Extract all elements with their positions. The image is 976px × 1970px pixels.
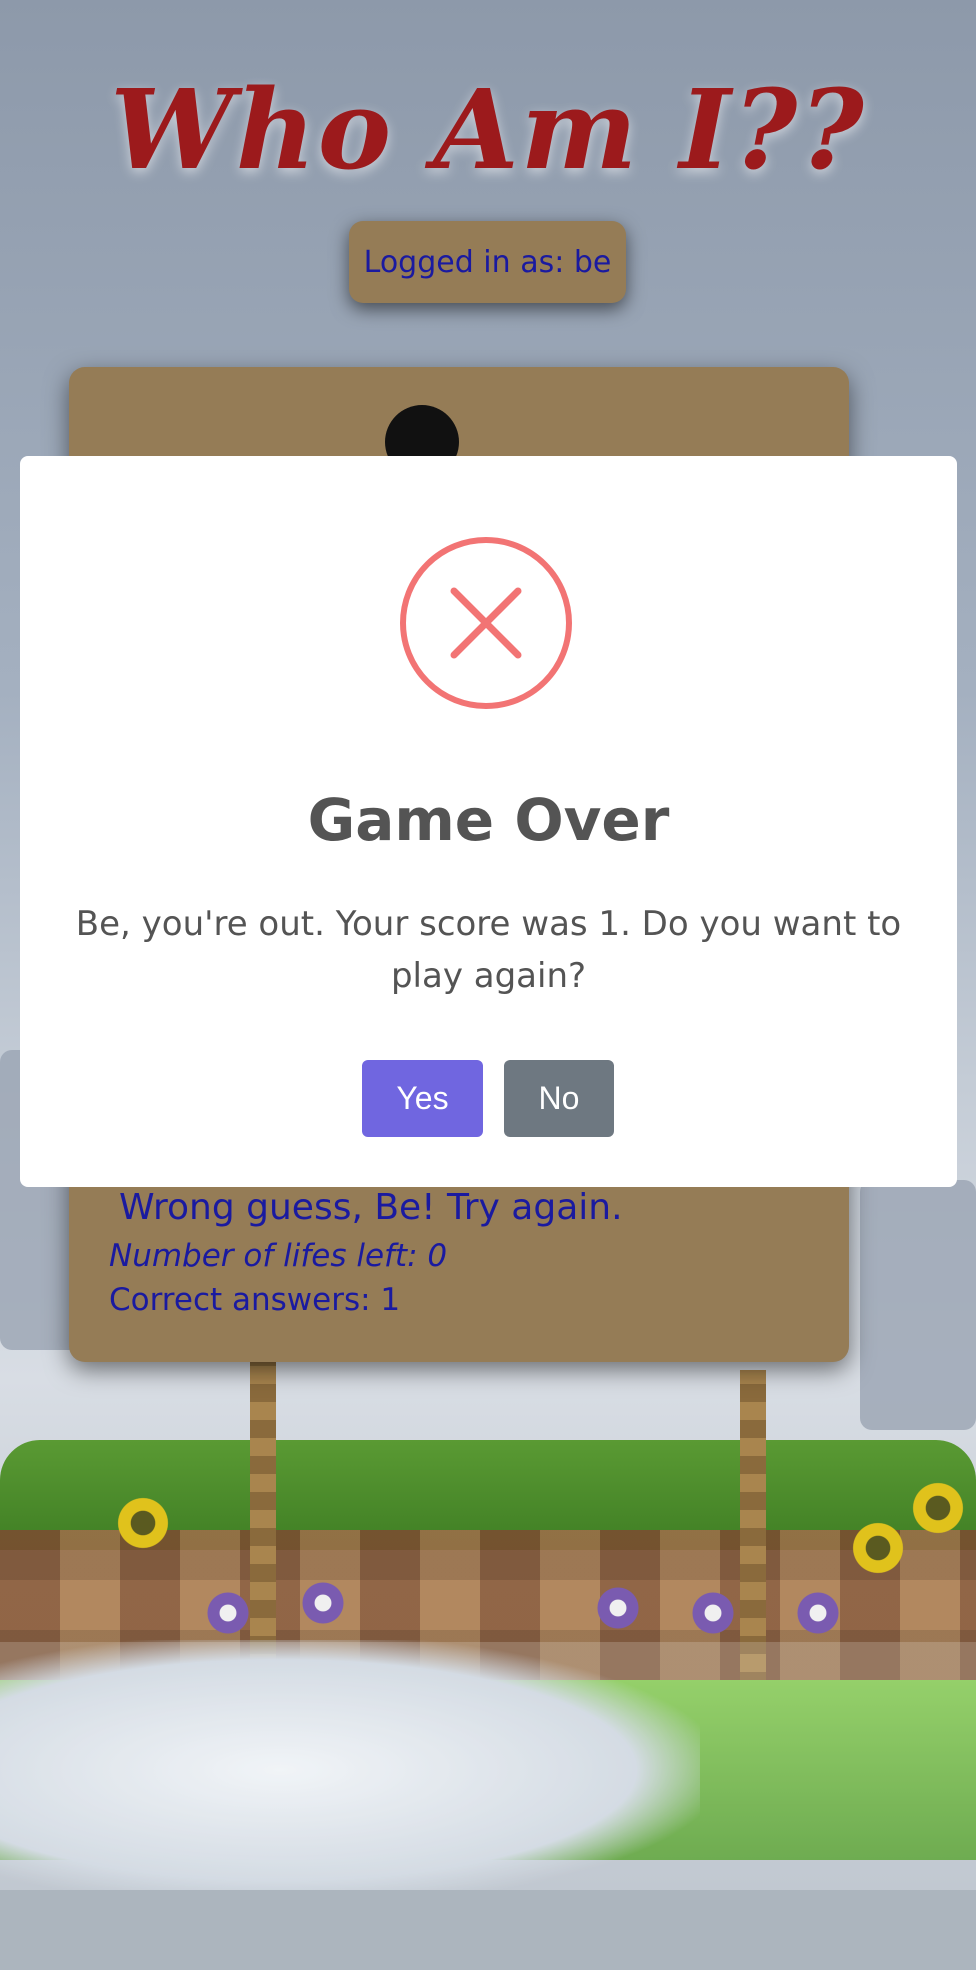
error-x-icon [400,537,572,709]
dialog-message: Be, you're out. Your score was 1. Do you… [75,904,902,996]
yes-button[interactable]: Yes [362,1060,483,1137]
no-button[interactable]: No [504,1060,614,1137]
dialog-title: Game Over [307,786,670,854]
game-over-dialog: Game Over Be, you're out. Your score was… [20,456,957,1187]
